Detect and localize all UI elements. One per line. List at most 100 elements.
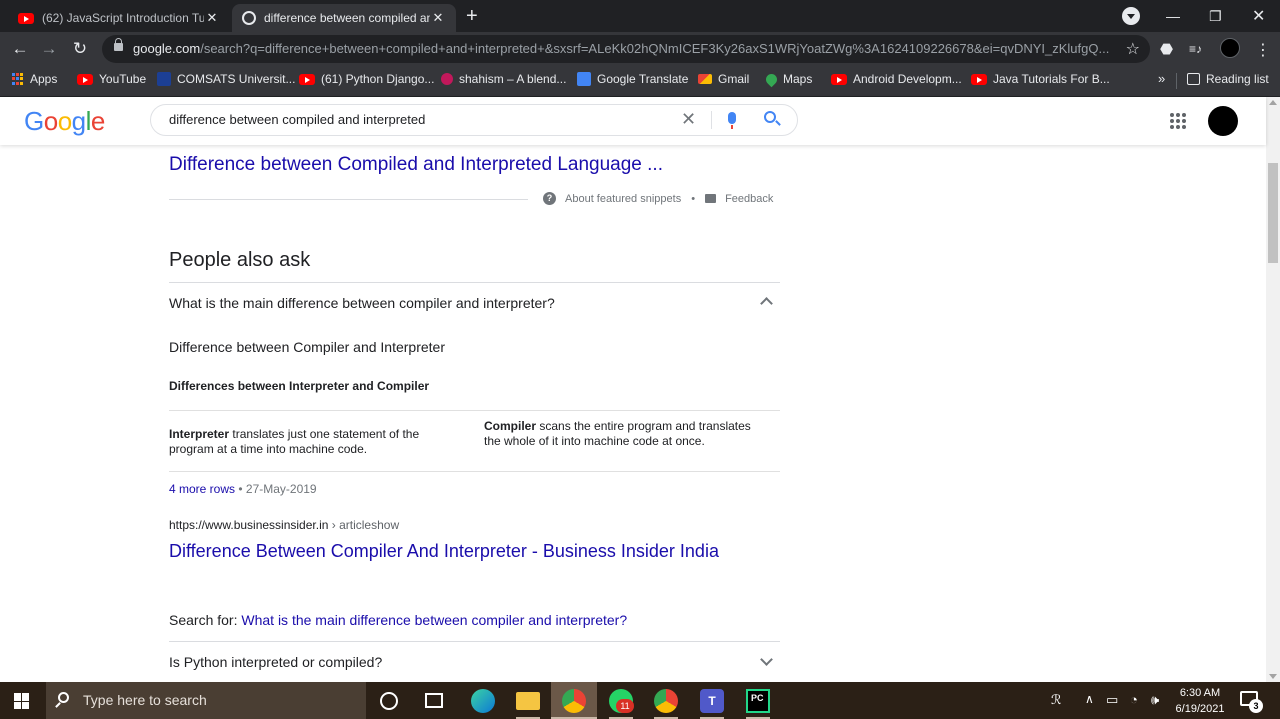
system-clock[interactable]: 6:30 AM 6/19/2021 bbox=[1168, 685, 1232, 717]
bookmarks-divider bbox=[1176, 73, 1177, 89]
close-tab-icon[interactable]: ✕ bbox=[204, 10, 220, 26]
show-hidden-icons-icon[interactable]: ∧ bbox=[1085, 692, 1094, 706]
taskbar-search-input[interactable] bbox=[83, 692, 353, 708]
about-featured-snippets-link[interactable]: About featured snippets bbox=[565, 193, 681, 205]
volume-icon[interactable]: 🕪 bbox=[1151, 692, 1159, 708]
scroll-up-arrow[interactable] bbox=[1269, 100, 1277, 105]
bookmark-google-translate[interactable]: Google Translate bbox=[577, 72, 688, 86]
restore-button[interactable]: ❐ bbox=[1209, 0, 1222, 32]
battery-icon[interactable]: ▭ bbox=[1106, 692, 1118, 708]
minimize-button[interactable]: — bbox=[1166, 0, 1180, 32]
google-logo[interactable]: Google bbox=[24, 106, 105, 137]
bookmark-apps[interactable]: Apps bbox=[12, 72, 57, 86]
google-icon bbox=[242, 11, 256, 25]
search-input[interactable] bbox=[169, 112, 649, 127]
bookmark-youtube[interactable]: YouTube bbox=[77, 72, 146, 86]
comsats-icon bbox=[157, 72, 171, 86]
youtube-icon bbox=[831, 73, 847, 85]
taskbar-search[interactable] bbox=[46, 682, 366, 719]
pycharm-icon[interactable]: PC bbox=[746, 689, 770, 713]
windows-start-icon[interactable] bbox=[14, 693, 30, 709]
help-icon: ? bbox=[543, 192, 556, 205]
bookmark-label: Maps bbox=[783, 72, 813, 86]
cortana-icon[interactable] bbox=[380, 692, 398, 710]
feedback-link[interactable]: Feedback bbox=[725, 193, 773, 205]
chrome-icon[interactable] bbox=[562, 689, 586, 713]
table-cell-interpreter: Interpreter translates just one statemen… bbox=[169, 427, 459, 457]
edge-icon[interactable] bbox=[471, 689, 495, 713]
chevron-up-icon[interactable] bbox=[760, 297, 773, 310]
clear-search-icon[interactable]: ✕ bbox=[681, 109, 696, 130]
scroll-thumb[interactable] bbox=[1268, 163, 1278, 263]
bookmark-android-development[interactable]: Android Developm... bbox=[831, 72, 962, 86]
paa-question-2[interactable]: Is Python interpreted or compiled? bbox=[169, 654, 382, 670]
lock-icon[interactable] bbox=[114, 38, 123, 51]
url-text[interactable]: google.com/search?q=difference+between+c… bbox=[133, 41, 1118, 56]
whatsapp-unread-badge: 11 bbox=[616, 699, 634, 713]
close-tab-icon[interactable]: ✕ bbox=[430, 10, 446, 26]
wifi-icon[interactable]: ◔ bbox=[1130, 692, 1138, 707]
bookmark-gmail[interactable]: Gmail bbox=[698, 72, 749, 86]
back-icon[interactable]: ← bbox=[9, 38, 31, 60]
bookmark-maps[interactable]: Maps bbox=[763, 71, 813, 87]
people-also-ask-heading: People also ask bbox=[169, 249, 311, 271]
reload-icon[interactable]: ↻ bbox=[69, 38, 91, 60]
tab-youtube[interactable]: (62) JavaScript Introduction Tutor ✕ bbox=[8, 4, 230, 32]
featured-snippet-title-link[interactable]: Difference between Compiled and Interpre… bbox=[169, 154, 663, 176]
source-host: https://www.businessinsider.in bbox=[169, 518, 329, 532]
search-box[interactable]: ✕ bbox=[150, 104, 798, 136]
table-divider bbox=[169, 410, 780, 411]
search-for-link[interactable]: What is the main difference between comp… bbox=[241, 612, 627, 628]
logo-letter: G bbox=[24, 106, 44, 136]
bookmark-label: (61) Python Django... bbox=[321, 72, 435, 86]
bookmark-comsats[interactable]: COMSATS Universit... bbox=[157, 72, 295, 86]
people-icon[interactable]: ℛ bbox=[1051, 692, 1061, 708]
feedback-icon bbox=[705, 194, 717, 203]
bookmark-label: Android Developm... bbox=[853, 72, 962, 86]
search-icon[interactable] bbox=[764, 111, 776, 123]
extensions-icon[interactable]: ⬣ bbox=[1160, 40, 1173, 58]
bookmark-java-tutorials[interactable]: Java Tutorials For B... bbox=[971, 72, 1110, 86]
source-url[interactable]: https://www.businessinsider.in › article… bbox=[169, 518, 399, 532]
chrome-menu-icon[interactable]: ⋮ bbox=[1255, 40, 1271, 60]
task-view-icon[interactable] bbox=[425, 693, 443, 708]
clock-time: 6:30 AM bbox=[1179, 687, 1221, 699]
bookmark-label: COMSATS Universit... bbox=[177, 72, 296, 86]
file-explorer-icon[interactable] bbox=[516, 692, 540, 710]
url-path: /search?q=difference+between+compiled+an… bbox=[200, 41, 1110, 56]
youtube-icon bbox=[77, 73, 93, 85]
source-title-link[interactable]: Difference Between Compiler And Interpre… bbox=[169, 539, 729, 563]
chrome-profile-icon[interactable] bbox=[654, 689, 678, 713]
media-control-icon[interactable]: ≡♪ bbox=[1189, 42, 1202, 56]
bookmark-python-django[interactable]: (61) Python Django... bbox=[299, 72, 434, 86]
tab-google-search[interactable]: difference between compiled and ✕ bbox=[232, 4, 456, 32]
paa-question-1[interactable]: What is the main difference between comp… bbox=[169, 295, 555, 311]
google-apps-icon[interactable] bbox=[1170, 113, 1186, 129]
teams-icon[interactable]: T bbox=[700, 689, 724, 713]
bookmark-shahism[interactable]: shahism – A blend... bbox=[441, 72, 566, 86]
reading-list-button[interactable]: Reading list bbox=[1187, 72, 1269, 86]
windows-taskbar: 11 T PC ℛ ∧ ▭ ◔ 🕪 6:30 AM 6/19/2021 3 bbox=[0, 682, 1280, 719]
url-host: google.com bbox=[133, 41, 201, 56]
youtube-icon bbox=[971, 73, 987, 85]
account-avatar[interactable] bbox=[1208, 106, 1238, 136]
bookmark-label: Gmail bbox=[718, 72, 750, 86]
bookmark-star-icon[interactable]: ☆ bbox=[1126, 39, 1140, 59]
answer-heading: Difference between Compiler and Interpre… bbox=[169, 339, 446, 355]
profile-avatar[interactable] bbox=[1220, 38, 1240, 58]
forward-icon[interactable]: → bbox=[38, 38, 60, 60]
page-scrollbar[interactable] bbox=[1266, 97, 1280, 682]
microphone-icon[interactable] bbox=[728, 112, 736, 129]
tab-search-icon[interactable] bbox=[1122, 7, 1140, 25]
chevron-down-icon[interactable] bbox=[760, 653, 773, 666]
browser-toolbar: ← → ↻ google.com/search?q=difference+bet… bbox=[0, 32, 1280, 66]
address-bar[interactable]: google.com/search?q=difference+between+c… bbox=[102, 35, 1150, 63]
new-tab-button[interactable]: + bbox=[466, 6, 478, 26]
close-window-button[interactable]: ✕ bbox=[1252, 0, 1265, 32]
bookmark-label: Java Tutorials For B... bbox=[993, 72, 1110, 86]
bookmarks-overflow-button[interactable]: » bbox=[1158, 71, 1165, 86]
more-rows-link[interactable]: 4 more rows bbox=[169, 482, 235, 496]
scroll-down-arrow[interactable] bbox=[1269, 674, 1277, 679]
search-results: Difference between Compiled and Interpre… bbox=[0, 145, 1266, 682]
separator: • bbox=[691, 192, 696, 205]
